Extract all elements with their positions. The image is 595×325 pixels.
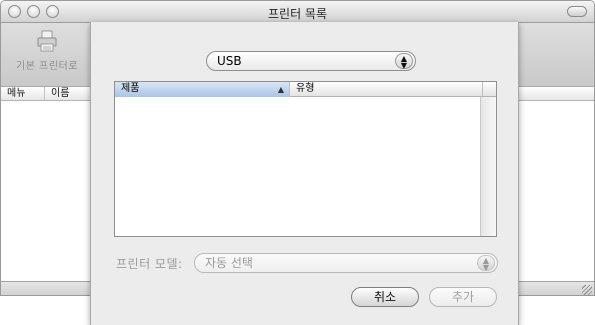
table-header: 제품 ▲ 유형 xyxy=(115,82,496,97)
title-bar: 프린터 목록 xyxy=(1,1,594,23)
printer-icon xyxy=(37,30,57,52)
updown-arrows-icon: ▲ ▼ xyxy=(477,255,495,272)
updown-arrows-icon: ▲ ▼ xyxy=(395,53,413,70)
window-title: 프린터 목록 xyxy=(267,7,327,21)
toolbar-toggle-button[interactable] xyxy=(567,6,587,17)
default-printer-label: 기본 프린터로 xyxy=(16,61,78,72)
add-printer-sheet: USB ▲ ▼ 제품 ▲ 유형 프린터 모델: 자동 선택 ▲ ▼ 취소 추가 xyxy=(90,22,519,325)
add-button[interactable]: 추가 xyxy=(429,287,497,307)
connection-type-popup[interactable]: USB ▲ ▼ xyxy=(206,51,416,71)
column-header-menu[interactable]: 메뉴 xyxy=(1,87,45,101)
default-printer-button[interactable]: 기본 프린터로 xyxy=(5,29,89,72)
printer-model-value: 자동 선택 xyxy=(205,256,253,270)
table-scrollbar[interactable] xyxy=(480,97,496,236)
printer-model-label: 프린터 모델: xyxy=(116,257,183,271)
column-header-product[interactable]: 제품 ▲ xyxy=(115,82,290,97)
column-header-type[interactable]: 유형 xyxy=(290,82,483,97)
column-header-name[interactable]: 이름 xyxy=(45,87,91,101)
column-header-product-label: 제품 xyxy=(121,83,140,94)
sort-ascending-icon: ▲ xyxy=(277,85,284,94)
connection-type-value: USB xyxy=(217,54,242,68)
resize-grip-icon[interactable] xyxy=(582,285,592,295)
printer-model-popup[interactable]: 자동 선택 ▲ ▼ xyxy=(194,253,498,273)
cancel-button[interactable]: 취소 xyxy=(351,287,419,307)
printer-product-table: 제품 ▲ 유형 xyxy=(114,81,497,237)
printer-product-list[interactable] xyxy=(115,97,480,236)
